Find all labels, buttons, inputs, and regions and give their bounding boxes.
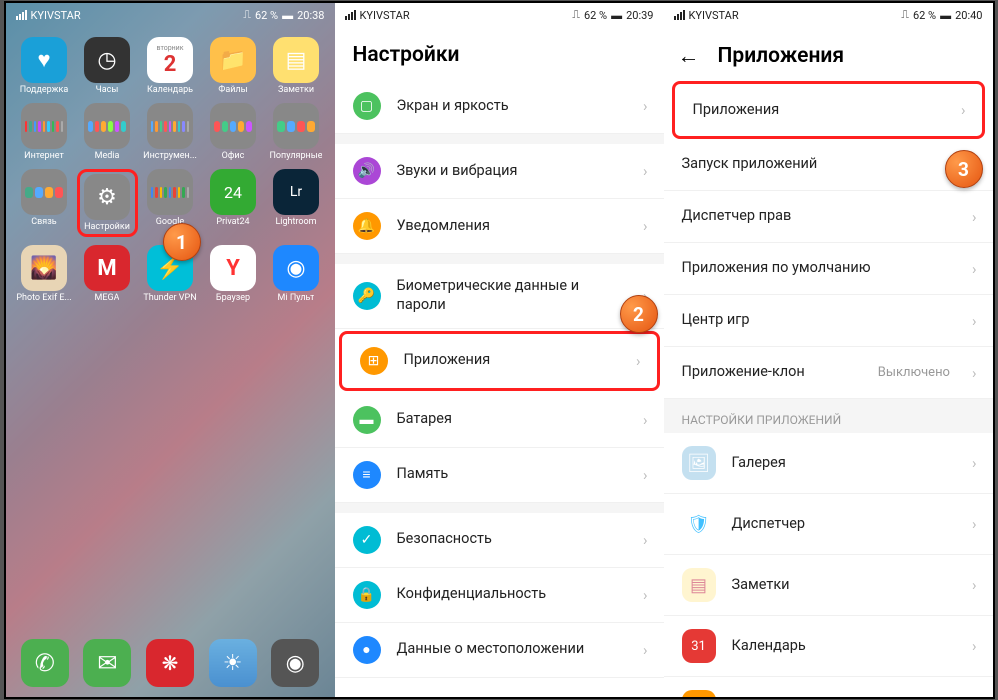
chevron-right-icon: › bbox=[636, 352, 641, 370]
dock-phone[interactable]: ✆ bbox=[21, 639, 69, 687]
app-mega[interactable]: MMEGA bbox=[77, 245, 138, 303]
app-calendar[interactable]: вторник2Календарь bbox=[140, 37, 201, 95]
chevron-right-icon: › bbox=[643, 217, 648, 235]
app-gallery[interactable]: 🖼Галерея› bbox=[664, 433, 993, 494]
app-lightroom[interactable]: LrLightroom bbox=[266, 169, 327, 237]
dock-messages[interactable]: ✉ bbox=[83, 639, 131, 687]
chevron-right-icon: › bbox=[643, 466, 648, 484]
battery-icon: ▬ bbox=[282, 9, 293, 22]
item-location[interactable]: ●Данные о местоположении› bbox=[335, 623, 664, 678]
chevron-right-icon: › bbox=[972, 454, 977, 472]
dock-camera[interactable]: ◉ bbox=[271, 639, 319, 687]
chevron-right-icon: › bbox=[972, 208, 977, 226]
vibrate-icon: ⎍ bbox=[572, 8, 580, 22]
app-settings-section-header: НАСТРОЙКИ ПРИЛОЖЕНИЙ bbox=[664, 399, 993, 433]
item-game-center[interactable]: Центр игр› bbox=[664, 295, 993, 347]
status-bar: KYIVSTAR ⎍62 %▬20:39 bbox=[335, 3, 664, 27]
back-arrow-icon[interactable]: ← bbox=[678, 43, 700, 69]
vibrate-icon: ⎍ bbox=[243, 8, 251, 22]
app-notes[interactable]: ▤Заметки bbox=[266, 37, 327, 95]
vibrate-icon: ⎍ bbox=[901, 8, 909, 22]
status-bar: KYIVSTAR ⎍62 %▬20:40 bbox=[664, 3, 993, 27]
item-biometrics[interactable]: 🔑Биометрические данные и пароли› bbox=[335, 264, 664, 329]
dock-huawei[interactable]: ❋ bbox=[146, 639, 194, 687]
app-browser[interactable]: YБраузер bbox=[203, 245, 264, 303]
item-display[interactable]: ▢Экран и яркость› bbox=[335, 79, 664, 134]
status-bar: KYIVSTAR ⎍62 %▬20:38 bbox=[6, 3, 335, 27]
chevron-right-icon: › bbox=[643, 641, 648, 659]
section-divider bbox=[335, 134, 664, 144]
app-settings-highlighted[interactable]: ⚙Настройки bbox=[77, 169, 138, 237]
signal-icon bbox=[16, 10, 27, 20]
item-app-launch[interactable]: Запуск приложений› bbox=[664, 139, 993, 191]
signal-icon bbox=[345, 10, 356, 20]
app-dispatcher[interactable]: 🛡Диспетчер› bbox=[664, 494, 993, 555]
item-apps[interactable]: ⊞Приложения› bbox=[342, 334, 657, 388]
chevron-right-icon: › bbox=[643, 586, 648, 604]
app-notes[interactable]: ▤Заметки› bbox=[664, 555, 993, 616]
app-miremote[interactable]: ◉Mi Пульт bbox=[266, 245, 327, 303]
item-storage[interactable]: ≡Память› bbox=[335, 448, 664, 503]
item-privacy[interactable]: 🔒Конфиденциальность› bbox=[335, 568, 664, 623]
battery-icon: ▬ bbox=[611, 9, 622, 22]
app-support[interactable]: ♥Поддержка bbox=[14, 37, 75, 95]
chevron-right-icon: › bbox=[972, 260, 977, 278]
app-privat24[interactable]: 24Privat24 bbox=[203, 169, 264, 237]
chevron-right-icon: › bbox=[972, 312, 977, 330]
app-photoexif[interactable]: 🌄Photo Exif E... bbox=[14, 245, 75, 303]
phone-settings-screen: KYIVSTAR ⎍62 %▬20:39 Настройки ▢Экран и … bbox=[335, 3, 664, 697]
chevron-right-icon: › bbox=[961, 101, 966, 119]
apps-title: Приложения bbox=[718, 44, 845, 68]
item-apps-list-highlighted: Приложения› bbox=[672, 81, 985, 139]
chevron-right-icon: › bbox=[643, 411, 648, 429]
folder-office[interactable]: Офис bbox=[203, 103, 264, 161]
folder-popular[interactable]: Популярные bbox=[266, 103, 327, 161]
app-files[interactable]: 📁Файлы bbox=[203, 37, 264, 95]
item-security[interactable]: ✓Безопасность› bbox=[335, 513, 664, 568]
dock-weather[interactable]: ☀ bbox=[209, 639, 257, 687]
apps-header: ← Приложения bbox=[664, 27, 993, 81]
section-divider bbox=[335, 503, 664, 513]
folder-internet[interactable]: Интернет bbox=[14, 103, 75, 161]
item-sounds[interactable]: 🔊Звуки и вибрация› bbox=[335, 144, 664, 199]
chevron-right-icon: › bbox=[643, 162, 648, 180]
item-permissions[interactable]: Диспетчер прав› bbox=[664, 191, 993, 243]
home-grid: ♥Поддержка ◷Часы вторник2Календарь 📁Файл… bbox=[6, 27, 335, 313]
item-apps-highlighted: ⊞Приложения› bbox=[339, 331, 660, 391]
folder-contacts[interactable]: Связь bbox=[14, 169, 75, 237]
app-calendar[interactable]: 31Календарь› bbox=[664, 616, 993, 677]
item-battery[interactable]: ▬Батарея› bbox=[335, 393, 664, 448]
app-contacts[interactable]: 👤Контакты› bbox=[664, 677, 993, 697]
item-notifications[interactable]: 🔔Уведомления› bbox=[335, 199, 664, 254]
chevron-right-icon: › bbox=[972, 515, 977, 533]
chevron-right-icon: › bbox=[643, 97, 648, 115]
chevron-right-icon: › bbox=[643, 531, 648, 549]
settings-title: Настройки bbox=[335, 27, 664, 79]
signal-icon bbox=[674, 10, 685, 20]
folder-tools[interactable]: Инструмен... bbox=[140, 103, 201, 161]
battery-icon: ▬ bbox=[940, 9, 951, 22]
item-default-apps[interactable]: Приложения по умолчанию› bbox=[664, 243, 993, 295]
item-app-clone[interactable]: Приложение-клонВыключено› bbox=[664, 347, 993, 399]
three-phone-tutorial: KYIVSTAR ⎍62 %▬20:38 ♥Поддержка ◷Часы вт… bbox=[4, 1, 995, 699]
phone-home-screen: KYIVSTAR ⎍62 %▬20:38 ♥Поддержка ◷Часы вт… bbox=[6, 3, 335, 697]
step-badge-3: 3 bbox=[945, 150, 983, 188]
step-badge-1: 1 bbox=[163, 223, 201, 261]
phone-apps-screen: KYIVSTAR ⎍62 %▬20:40 ← Приложения Прилож… bbox=[664, 3, 993, 697]
item-apps-list[interactable]: Приложения› bbox=[675, 84, 982, 136]
section-divider bbox=[335, 254, 664, 264]
step-badge-2: 2 bbox=[620, 295, 658, 333]
folder-media[interactable]: Media bbox=[77, 103, 138, 161]
chevron-right-icon: › bbox=[972, 576, 977, 594]
dock: ✆ ✉ ❋ ☀ ◉ bbox=[6, 629, 335, 697]
chevron-right-icon: › bbox=[972, 364, 977, 382]
app-clock[interactable]: ◷Часы bbox=[77, 37, 138, 95]
chevron-right-icon: › bbox=[972, 637, 977, 655]
